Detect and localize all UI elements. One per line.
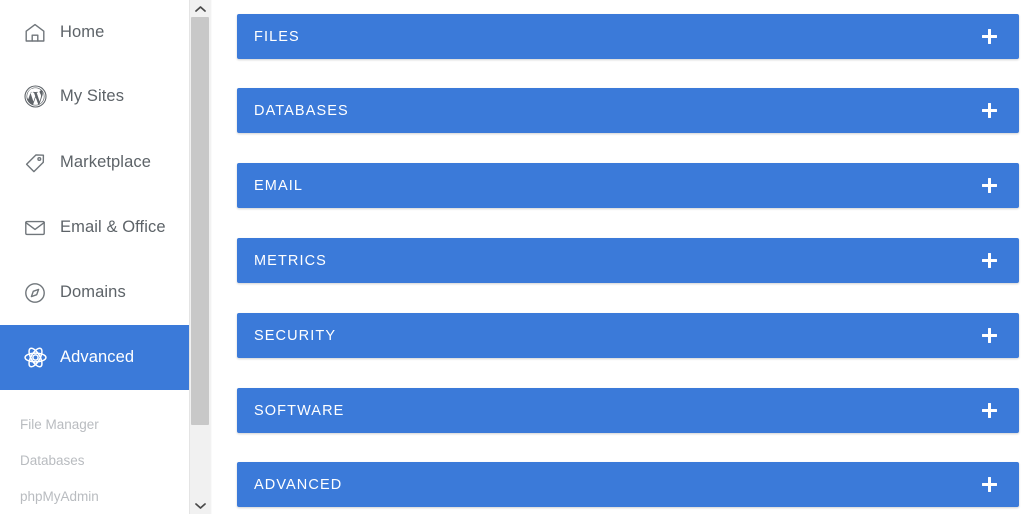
wordpress-icon (22, 84, 48, 110)
sidebar-item-marketplace[interactable]: Marketplace (0, 130, 189, 195)
panel-files[interactable]: FILES (237, 14, 1019, 59)
sidebar-subitem-label: Databases (20, 453, 85, 468)
panel-title: SOFTWARE (254, 402, 345, 419)
plus-icon[interactable] (982, 328, 997, 343)
sidebar-item-label: Marketplace (60, 153, 151, 171)
panel-metrics[interactable]: METRICS (237, 238, 1019, 283)
plus-icon[interactable] (982, 477, 997, 492)
panel-software[interactable]: SOFTWARE (237, 388, 1019, 433)
sidebar-item-domains[interactable]: Domains (0, 260, 189, 325)
sidebar-item-label: Home (60, 23, 105, 41)
sidebar-item-email-office[interactable]: Email & Office (0, 195, 189, 260)
plus-icon[interactable] (982, 253, 997, 268)
sidebar-subitem-phpmyadmin[interactable]: phpMyAdmin (20, 489, 99, 504)
compass-icon (22, 280, 48, 306)
plus-icon[interactable] (982, 103, 997, 118)
sidebar-subitem-databases[interactable]: Databases (20, 453, 85, 468)
panel-title: SECURITY (254, 327, 337, 344)
sidebar-item-my-sites[interactable]: My Sites (0, 64, 189, 129)
sidebar-item-advanced[interactable]: Advanced (0, 325, 189, 390)
atom-icon (22, 345, 48, 371)
panel-title: ADVANCED (254, 476, 343, 493)
chevron-down-icon[interactable] (190, 497, 210, 514)
envelope-icon (22, 215, 48, 241)
scrollbar-thumb[interactable] (191, 17, 209, 425)
chevron-up-icon[interactable] (190, 0, 210, 17)
panel-list: FILES DATABASES EMAIL METRICS SECURITY S… (212, 0, 1024, 514)
panel-title: METRICS (254, 252, 327, 269)
sidebar: Home My Sites Marketplace Email & Office… (0, 0, 189, 514)
panel-title: EMAIL (254, 177, 304, 194)
sidebar-item-label: Email & Office (60, 218, 166, 236)
cpanel-window: Home My Sites Marketplace Email & Office… (0, 0, 1024, 514)
sidebar-item-label: Domains (60, 283, 126, 301)
sidebar-item-label: Advanced (60, 348, 135, 366)
plus-icon[interactable] (982, 178, 997, 193)
panel-email[interactable]: EMAIL (237, 163, 1019, 208)
sidebar-item-label: My Sites (60, 87, 125, 105)
sidebar-scrollbar[interactable] (189, 0, 210, 514)
panel-title: FILES (254, 28, 300, 45)
panel-title: DATABASES (254, 102, 349, 119)
plus-icon[interactable] (982, 403, 997, 418)
sidebar-subitem-label: File Manager (20, 417, 99, 432)
home-icon (22, 20, 48, 46)
plus-icon[interactable] (982, 29, 997, 44)
panel-advanced[interactable]: ADVANCED (237, 462, 1019, 507)
sidebar-subitem-file-manager[interactable]: File Manager (20, 417, 99, 432)
tag-icon (22, 150, 48, 176)
sidebar-item-home[interactable]: Home (0, 0, 189, 65)
panel-databases[interactable]: DATABASES (237, 88, 1019, 133)
sidebar-subitem-label: phpMyAdmin (20, 489, 99, 504)
panel-security[interactable]: SECURITY (237, 313, 1019, 358)
